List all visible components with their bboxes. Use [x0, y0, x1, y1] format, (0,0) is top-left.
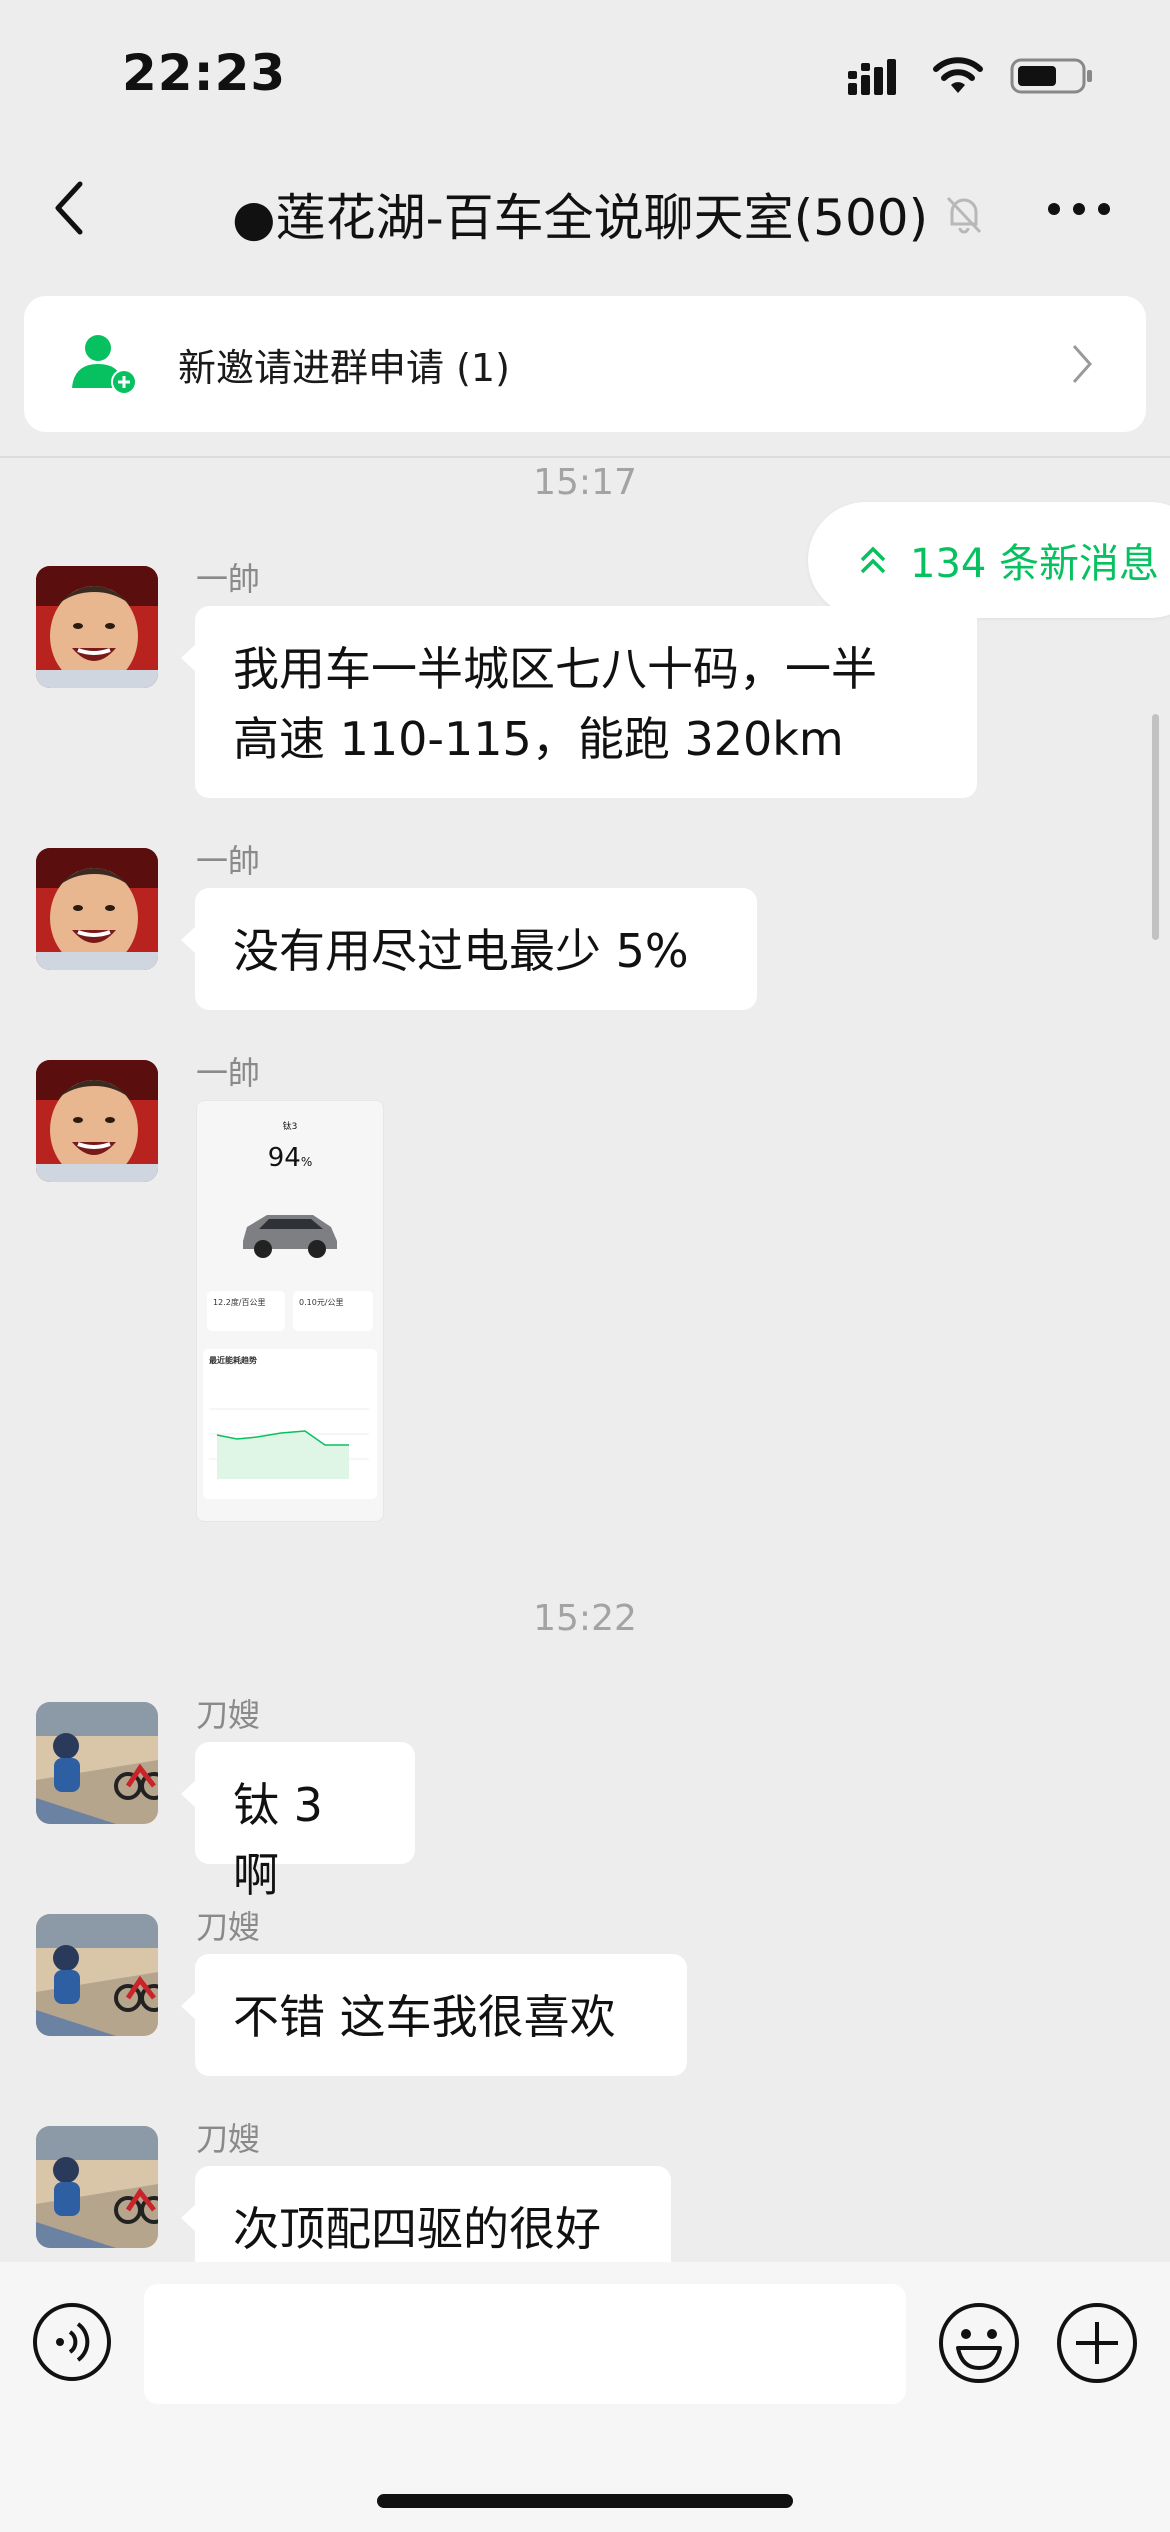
- sender-name: 刀嫂: [196, 2120, 261, 2158]
- sender-name: 刀嫂: [196, 1908, 261, 1946]
- message-bubble[interactable]: 钛 3 啊: [181, 1742, 415, 1902]
- message-line: 高速 110-115，能跑 320km: [233, 712, 844, 766]
- chat-title-text: ●莲花湖-百车全说聊天室(500): [232, 189, 929, 247]
- message-bubble[interactable]: 没有用尽过电最少 5%: [181, 888, 757, 1010]
- chevron-right-icon: [1072, 345, 1093, 383]
- status-time: 22:23: [122, 44, 287, 102]
- double-chevron-up-icon: [860, 546, 886, 574]
- thumb-stat-card: 0.10元/公里: [293, 1291, 373, 1331]
- sender-name: 一帥: [196, 560, 261, 598]
- avatar-baby-image: [36, 1060, 158, 1182]
- message-text: 不错 这车我很喜欢: [233, 1990, 616, 2044]
- message-bubble[interactable]: 不错 这车我很喜欢: [181, 1954, 687, 2076]
- avatar-child-bike-image: [36, 1914, 158, 2036]
- emoji-button[interactable]: [938, 2302, 1020, 2384]
- avatar-child-bike-image: [36, 2126, 158, 2248]
- avatar[interactable]: [36, 1702, 158, 1824]
- emoji-icon: [939, 2303, 1019, 2383]
- message-text: 钛 3 啊: [233, 1778, 323, 1902]
- thumb-battery-unit: %: [300, 1155, 313, 1169]
- add-member-icon: [72, 335, 137, 395]
- timestamp: 15:22: [533, 1598, 637, 1639]
- signal-icon: [848, 59, 896, 95]
- thumb-title: 钛3: [282, 1122, 298, 1132]
- avatar-baby-image: [36, 848, 158, 970]
- chat-title: ●莲花湖-百车全说聊天室(500): [232, 178, 986, 250]
- back-icon: [55, 181, 83, 235]
- new-messages-label: 134 条新消息: [910, 541, 1160, 587]
- image-message-thumbnail[interactable]: 钛3 94% 12.2度/百公里 0.10元/公里 最近能耗趋势: [196, 1100, 384, 1522]
- avatar[interactable]: [36, 566, 158, 688]
- thumb-chart-card: 最近能耗趋势: [203, 1349, 377, 1499]
- sender-name: 一帥: [196, 842, 261, 880]
- car-image: [243, 1215, 337, 1258]
- home-indicator[interactable]: [377, 2494, 793, 2508]
- thumb-battery-value: 94: [267, 1143, 301, 1173]
- voice-button[interactable]: [32, 2302, 112, 2382]
- avatar-child-bike-image: [36, 1702, 158, 1824]
- voice-icon: [33, 2303, 111, 2381]
- avatar[interactable]: [36, 2126, 158, 2248]
- invite-banner[interactable]: 新邀请进群申请 (1): [24, 296, 1146, 432]
- message-input[interactable]: [144, 2284, 906, 2404]
- invite-banner-label: 新邀请进群申请 (1): [178, 345, 510, 390]
- avatar-baby-image: [36, 566, 158, 688]
- scrollbar[interactable]: [1152, 714, 1159, 940]
- thumb-stat2: 0.10元/公里: [299, 1298, 344, 1307]
- divider: [0, 456, 1170, 458]
- avatar[interactable]: [36, 1060, 158, 1182]
- wifi-icon: [933, 57, 983, 93]
- new-messages-button[interactable]: 134 条新消息: [808, 502, 1170, 618]
- message-bubble[interactable]: 我用车一半城区七八十码，一半 高速 110-115，能跑 320km: [181, 606, 977, 798]
- more-actions-button[interactable]: [1056, 2302, 1138, 2384]
- status-icons: [848, 56, 1094, 96]
- thumb-stat-card: 12.2度/百公里: [207, 1291, 285, 1331]
- avatar[interactable]: [36, 848, 158, 970]
- message-text: 没有用尽过电最少 5%: [233, 924, 689, 978]
- thumb-chart-title: 最近能耗趋势: [209, 1356, 257, 1365]
- more-button[interactable]: [1044, 184, 1114, 234]
- message-text: 次顶配四驱的很好: [233, 2202, 601, 2256]
- more-icon: [1048, 203, 1110, 215]
- thumb-trend-chart: [209, 1408, 369, 1479]
- sender-name: 一帥: [196, 1054, 261, 1092]
- avatar[interactable]: [36, 1914, 158, 2036]
- timestamp: 15:17: [533, 462, 637, 503]
- mute-bell-icon: [947, 196, 982, 234]
- thumb-stat1: 12.2度/百公里: [213, 1298, 266, 1307]
- sender-name: 刀嫂: [196, 1696, 261, 1734]
- plus-icon: [1057, 2303, 1137, 2383]
- message-line: 我用车一半城区七八十码，一半: [233, 642, 877, 696]
- back-button[interactable]: [40, 168, 110, 248]
- battery-icon: [1010, 58, 1092, 94]
- thumb-battery: 94%: [197, 1143, 383, 1173]
